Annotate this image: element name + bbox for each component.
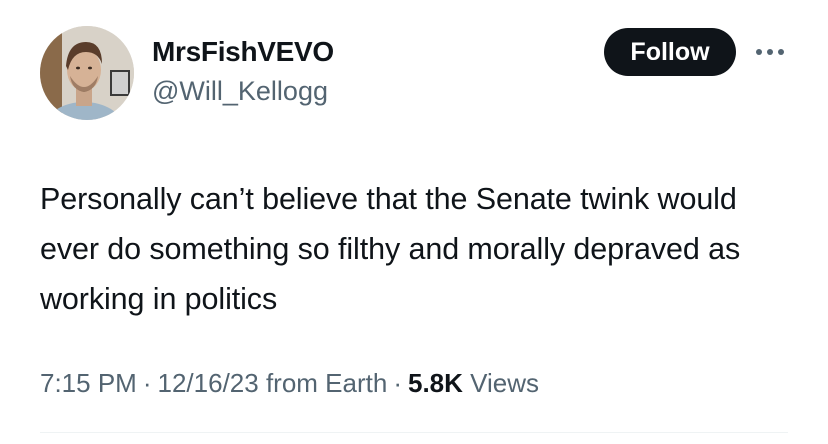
separator-dot: · [393, 368, 402, 398]
views-label: Views [470, 368, 540, 398]
tweet-source: from Earth [265, 368, 388, 398]
tweet-text: Personally can’t believe that the Senate… [40, 182, 741, 316]
tweet-date[interactable]: 12/16/23 [158, 368, 259, 398]
avatar-photo [40, 26, 134, 120]
avatar[interactable] [40, 26, 134, 120]
follow-button[interactable]: Follow [604, 28, 736, 76]
views-count: 5.8K [408, 368, 463, 398]
tweet-card: MrsFishVEVO @Will_Kellogg Follow Persona… [0, 0, 828, 444]
tweet-metadata: 7:15 PM · 12/16/23 from Earth · 5.8K Views [40, 368, 539, 399]
more-options-button[interactable] [752, 40, 788, 64]
divider [40, 432, 788, 433]
more-horizontal-icon [756, 49, 784, 55]
tweet-time[interactable]: 7:15 PM [40, 368, 137, 398]
author-display-name[interactable]: MrsFishVEVO [152, 36, 334, 68]
separator-dot: · [142, 368, 152, 398]
author-handle[interactable]: @Will_Kellogg [152, 76, 328, 107]
